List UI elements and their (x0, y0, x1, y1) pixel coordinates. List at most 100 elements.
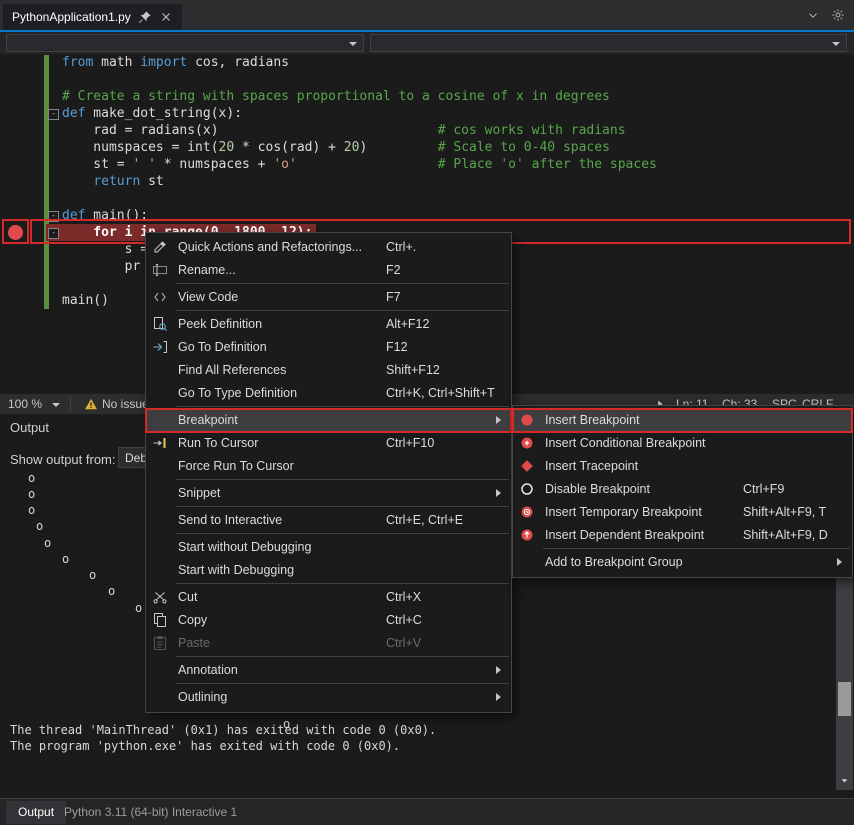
code-line[interactable] (0, 71, 854, 88)
code-text: numspaces = int(20 * cos(rad) + 20) # Sc… (62, 139, 610, 156)
menu-icon-empty (152, 512, 168, 528)
menu-item-insert-dependent-breakpoint[interactable]: Insert Dependent Breakpoint Shift+Alt+F9,… (513, 524, 852, 547)
document-tab-title: PythonApplication1.py (12, 10, 131, 24)
code-line[interactable]: # Create a string with spaces proportion… (0, 88, 854, 105)
code-text: main() (62, 292, 109, 309)
menu-item-start-without-debugging[interactable]: Start without Debugging (146, 536, 511, 559)
menu-item-label: Insert Breakpoint (545, 413, 640, 427)
zoom-control[interactable]: 100 % (8, 397, 42, 411)
menu-icon-empty (152, 362, 168, 378)
tab-output[interactable]: Output (6, 801, 66, 824)
gear-icon[interactable] (831, 8, 844, 21)
menu-item-insert-temporary-breakpoint[interactable]: Insert Temporary BreakpointShift+Alt+F9,… (513, 501, 852, 524)
menu-item-label: Send to Interactive (178, 513, 282, 527)
output-message: The thread 'MainThread' (0x1) has exited… (10, 722, 436, 738)
code-text: from math import cos, radians (62, 54, 289, 71)
menu-item-force-run-to-cursor[interactable]: Force Run To Cursor (146, 455, 511, 478)
menu-item-insert-breakpoint[interactable]: Insert Breakpoint (513, 409, 852, 432)
scrollbar-thumb[interactable] (838, 682, 851, 716)
menu-item-label: Force Run To Cursor (178, 459, 294, 473)
menu-item-insert-tracepoint[interactable]: Insert Tracepoint (513, 455, 852, 478)
menu-item-send-to-interactive[interactable]: Send to InteractiveCtrl+E, Ctrl+E (146, 509, 511, 532)
code-line[interactable]: st = ' ' * numspaces + 'o' # Place 'o' a… (0, 156, 854, 173)
menu-item-label: Snippet (178, 486, 220, 500)
code-text: pr (62, 258, 140, 275)
menu-shortcut: Ctrl+C (386, 613, 422, 627)
menu-item-label: Insert Dependent Breakpoint (545, 528, 704, 542)
menu-icon-empty (152, 689, 168, 705)
output-wave-char: o (89, 567, 96, 583)
code-text: def make_dot_string(x): (62, 105, 242, 122)
menu-item-add-to-breakpoint-group[interactable]: Add to Breakpoint Group (513, 551, 852, 574)
menu-item-paste[interactable]: PasteCtrl+V (146, 632, 511, 655)
scope-dropdown[interactable] (6, 34, 364, 52)
menu-item-cut[interactable]: CutCtrl+X (146, 586, 511, 609)
menu-item-label: Start without Debugging (178, 540, 311, 554)
code-text: # Create a string with spaces proportion… (62, 88, 610, 105)
menu-item-start-with-debugging[interactable]: Start with Debugging (146, 559, 511, 582)
scissors-icon (152, 589, 168, 605)
code-line[interactable]: from math import cos, radians (0, 54, 854, 71)
menu-separator (176, 283, 509, 284)
menu-item-quick-actions-and-refactorings[interactable]: Quick Actions and Refactorings...Ctrl+. (146, 236, 511, 259)
code-line[interactable]: return st (0, 173, 854, 190)
menu-separator (176, 310, 509, 311)
code-line[interactable] (0, 190, 854, 207)
menu-item-go-to-type-definition[interactable]: Go To Type DefinitionCtrl+K, Ctrl+Shift+… (146, 382, 511, 405)
menu-shortcut: F12 (386, 340, 408, 354)
menu-item-peek-definition[interactable]: Peek DefinitionAlt+F12 (146, 313, 511, 336)
go-to-definition-icon (152, 339, 168, 355)
menu-shortcut: Ctrl+F9 (743, 482, 784, 496)
menu-shortcut: Alt+F12 (386, 317, 429, 331)
menu-item-label: Disable Breakpoint (545, 482, 650, 496)
menu-item-annotation[interactable]: Annotation (146, 659, 511, 682)
code-line[interactable]: -def make_dot_string(x): (0, 105, 854, 122)
member-dropdown[interactable] (370, 34, 847, 52)
menu-icon-empty (152, 412, 168, 428)
menu-icon-empty (152, 662, 168, 678)
menu-separator (176, 656, 509, 657)
submenu-arrow-icon (496, 693, 501, 701)
warning-icon[interactable] (84, 397, 98, 411)
close-icon[interactable] (159, 10, 173, 24)
document-tab-bar: PythonApplication1.py (0, 0, 854, 30)
menu-shortcut: Shift+Alt+F9, D (743, 528, 828, 542)
menu-item-label: Add to Breakpoint Group (545, 555, 683, 569)
menu-item-label: Find All References (178, 363, 286, 377)
tab-python-interactive[interactable]: Python 3.11 (64-bit) Interactive 1 (64, 805, 237, 819)
chevron-down-icon (52, 403, 60, 407)
menu-icon-empty (152, 385, 168, 401)
menu-item-go-to-definition[interactable]: Go To DefinitionF12 (146, 336, 511, 359)
menu-item-rename[interactable]: Rename...F2 (146, 259, 511, 282)
pin-icon[interactable] (138, 10, 152, 24)
fold-marker[interactable]: - (48, 109, 59, 120)
menu-item-find-all-references[interactable]: Find All ReferencesShift+F12 (146, 359, 511, 382)
menu-item-copy[interactable]: CopyCtrl+C (146, 609, 511, 632)
menu-item-view-code[interactable]: View CodeF7 (146, 286, 511, 309)
code-line[interactable]: numspaces = int(20 * cos(rad) + 20) # Sc… (0, 139, 854, 156)
code-line[interactable]: rad = radians(x) # cos works with radian… (0, 122, 854, 139)
menu-separator (176, 683, 509, 684)
menu-item-run-to-cursor[interactable]: Run To CursorCtrl+F10 (146, 432, 511, 455)
panel-tab-bar: Output Python 3.11 (64-bit) Interactive … (0, 798, 854, 825)
menu-item-label: Annotation (178, 663, 238, 677)
menu-item-label: Insert Conditional Breakpoint (545, 436, 706, 450)
menu-item-breakpoint[interactable]: Breakpoint (146, 409, 511, 432)
output-panel-title: Output (10, 420, 49, 435)
peek-definition-icon (152, 316, 168, 332)
output-wave-char: o (28, 486, 35, 502)
output-wave-char: o (28, 502, 35, 518)
scroll-down-icon[interactable] (838, 774, 851, 788)
menu-item-disable-breakpoint[interactable]: Disable Breakpoint Ctrl+F9 (513, 478, 852, 501)
submenu-arrow-icon (496, 666, 501, 674)
document-tab[interactable]: PythonApplication1.py (3, 4, 182, 30)
conditional-breakpoint-icon (519, 435, 535, 451)
menu-item-outlining[interactable]: Outlining (146, 686, 511, 709)
chevron-down-icon[interactable] (806, 8, 819, 21)
menu-item-insert-conditional-breakpoint[interactable]: Insert Conditional Breakpoint (513, 432, 852, 455)
screwdriver-icon (152, 239, 168, 255)
menu-item-label: View Code (178, 290, 238, 304)
menu-shortcut: Ctrl+. (386, 240, 416, 254)
output-wave-char: o (135, 600, 142, 616)
menu-item-snippet[interactable]: Snippet (146, 482, 511, 505)
